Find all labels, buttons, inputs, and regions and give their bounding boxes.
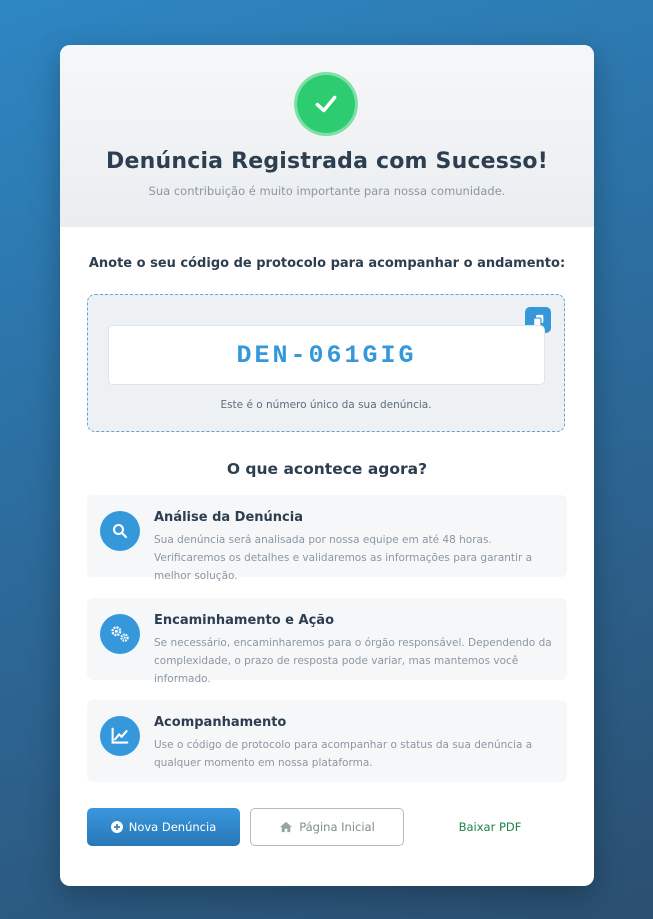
home-label: Página Inicial — [299, 820, 375, 834]
step-title: Análise da Denúncia — [154, 510, 303, 525]
step-title: Encaminhamento e Ação — [154, 613, 335, 628]
step-tracking: Acompanhamento Use o código de protocolo… — [87, 700, 567, 782]
home-button[interactable]: Página Inicial — [250, 808, 404, 846]
next-steps-title: O que acontece agora? — [226, 460, 428, 478]
step-title: Acompanhamento — [154, 715, 287, 730]
cogs-icon — [100, 614, 140, 654]
card-header: Denúncia Registrada com Sucesso! Sua con… — [60, 45, 594, 227]
protocol-code[interactable]: DEN-061GIG — [108, 325, 545, 385]
step-description: Sua denúncia será analisada por nossa eq… — [154, 534, 533, 582]
page-subtitle: Sua contribuição é muito importante para… — [148, 184, 506, 198]
home-icon — [280, 821, 293, 833]
success-check-icon — [297, 75, 355, 133]
step-analysis: Análise da Denúncia Sua denúncia será an… — [87, 495, 567, 582]
download-pdf-label: Baixar PDF — [458, 820, 522, 834]
step-forwarding: Encaminhamento e Ação Se necessário, enc… — [87, 598, 567, 685]
page-title: Denúncia Registrada com Sucesso! — [106, 149, 548, 174]
step-description: Se necessário, encaminharemos para o órg… — [154, 637, 552, 685]
confirmation-card: Denúncia Registrada com Sucesso! Sua con… — [60, 45, 594, 886]
protocol-instruction: Anote o seu código de protocolo para aco… — [88, 256, 566, 271]
chart-line-icon — [100, 716, 140, 756]
new-report-label: Nova Denúncia — [128, 820, 217, 834]
protocol-box: DEN-061GIG Este é o número único da sua … — [87, 294, 565, 432]
plus-circle-icon — [110, 821, 123, 833]
protocol-note: Este é o número único da sua denúncia. — [220, 399, 432, 411]
step-description: Use o código de protocolo para acompanha… — [154, 739, 533, 769]
search-icon — [100, 511, 140, 551]
download-pdf-link[interactable]: Baixar PDF — [430, 808, 550, 846]
new-report-button[interactable]: Nova Denúncia — [87, 808, 240, 846]
